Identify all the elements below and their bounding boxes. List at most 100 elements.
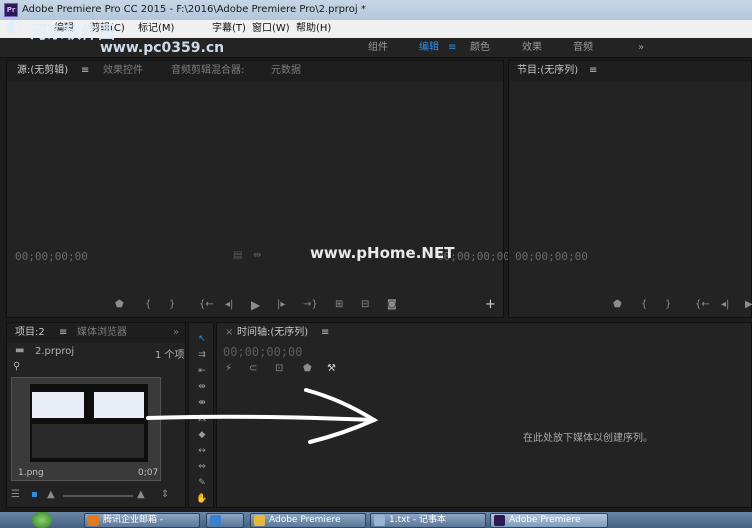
play-icon[interactable]: ▶ <box>251 298 260 312</box>
mark-in-icon[interactable]: { <box>145 299 151 310</box>
wrench-icon[interactable]: ⚒ <box>327 363 336 374</box>
step-forward-icon[interactable]: |▸ <box>277 299 285 310</box>
menu-window[interactable]: 窗口(W) <box>252 20 290 38</box>
project-tab-menu-icon[interactable]: ≡ <box>59 323 67 343</box>
go-to-out-icon[interactable]: →} <box>303 299 318 310</box>
program-mark-out-icon[interactable]: } <box>665 299 671 310</box>
notepad-app-icon <box>374 515 385 526</box>
search-icon[interactable]: ⚲ <box>13 361 20 372</box>
source-monitor-panel: 源:(无剪辑) ≡ 效果控件 音频剪辑混合器: 元数据 00;00;00;00 … <box>6 60 510 318</box>
timeline-drop-hint: 在此处放下媒体以创建序列。 <box>523 433 653 444</box>
source-tab-menu-icon[interactable]: ≡ <box>81 61 89 81</box>
taskbar-item-premiere-folder[interactable]: Adobe Premiere <box>250 513 366 528</box>
program-step-back-icon[interactable]: ◂| <box>721 299 729 310</box>
source-panel-tabs: 源:(无剪辑) ≡ 效果控件 音频剪辑混合器: 元数据 <box>7 61 503 81</box>
watermark-logo-icon: ◐ <box>6 16 22 37</box>
slide-alt-tool-icon[interactable]: ⇔ <box>195 461 209 473</box>
tab-media-browser[interactable]: 媒体浏览器 <box>77 323 127 343</box>
tab-project[interactable]: 项目:2 <box>15 323 45 343</box>
clip-name: 1.png <box>18 468 44 478</box>
insert-icon[interactable]: ⊞ <box>335 299 343 310</box>
program-go-to-in-icon[interactable]: {← <box>695 299 710 310</box>
workspace-tab-effects[interactable]: 效果 <box>522 38 542 58</box>
watermark-site-url: www.pc0359.cn <box>100 40 225 56</box>
workspace-tab-assembly[interactable]: 组件 <box>368 38 388 58</box>
button-editor-plus-icon[interactable]: + <box>485 297 496 312</box>
export-frame-icon[interactable]: ◙ <box>387 299 397 310</box>
selection-tool-icon[interactable]: ↖ <box>195 333 209 345</box>
premiere-app-icon: Pr <box>4 3 18 17</box>
workspace-tab-color[interactable]: 颜色 <box>470 38 490 58</box>
folder-icon: ▬ <box>15 345 25 356</box>
snap-icon[interactable]: ⚡ <box>225 363 232 374</box>
workspace-more-icon[interactable]: » <box>638 38 644 58</box>
tab-timeline[interactable]: 时间轴:(无序列) <box>237 323 308 343</box>
watermark-phome-url: www.pHome.NET <box>310 244 455 262</box>
nest-sequence-icon[interactable]: ⊡ <box>275 363 283 374</box>
project-file-name: 2.prproj <box>35 346 75 357</box>
window-title: Adobe Premiere Pro CC 2015 - F:\2016\Ado… <box>22 4 366 15</box>
mail-app-icon <box>88 515 99 526</box>
go-to-in-icon[interactable]: {← <box>199 299 214 310</box>
tab-program[interactable]: 节目:(无序列) <box>517 61 578 81</box>
menu-help[interactable]: 帮助(H) <box>296 20 331 38</box>
overwrite-icon[interactable]: ⊟ <box>361 299 369 310</box>
taskbar-item-mail-label: 腾讯企业邮箱 - <box>103 515 164 525</box>
pen-tool-icon[interactable]: ✎ <box>195 477 209 489</box>
linked-selection-icon[interactable]: ⊂ <box>249 363 257 374</box>
taskbar-item-notepad[interactable]: 1.txt - 记事本 <box>370 513 486 528</box>
tab-audio-clip-mixer[interactable]: 音频剪辑混合器: <box>171 61 244 81</box>
menu-title[interactable]: 字幕(T) <box>212 20 246 38</box>
project-item-count: 1 个项 <box>155 350 185 361</box>
clip-thumbnail[interactable]: 1.png 0;07 <box>11 377 161 481</box>
project-more-icon[interactable]: » <box>173 323 179 343</box>
taskbar-item-premiere[interactable]: Adobe Premiere <box>490 513 608 528</box>
sort-icon[interactable]: ⇕ <box>161 489 169 500</box>
annotation-arrow <box>146 388 379 444</box>
timeline-tab-menu-icon[interactable]: ≡ <box>321 323 329 343</box>
program-panel-tabs: 节目:(无序列) ≡ <box>509 61 751 81</box>
zoom-slider[interactable] <box>63 495 133 497</box>
project-panel-tabs: 项目:2 ≡ 媒体浏览器 » <box>7 323 185 343</box>
icon-view-icon[interactable]: ▪ <box>31 489 38 500</box>
timeline-close-icon[interactable]: × <box>225 323 233 343</box>
program-timecode-current: 00;00;00;00 <box>515 250 588 263</box>
program-monitor-panel: 节目:(无序列) ≡ 00;00;00;00 ⬟ { } {← ◂| ▶ <box>508 60 752 318</box>
taskbar-item-mail[interactable]: 腾讯企业邮箱 - <box>84 513 200 528</box>
start-orb-icon[interactable] <box>32 512 52 528</box>
ripple-edit-tool-icon[interactable]: ⇤ <box>195 365 209 377</box>
hand-tool-icon[interactable]: ✋ <box>195 493 209 505</box>
folder-app-icon <box>254 515 265 526</box>
premiere-taskbar-icon <box>494 515 505 526</box>
windows-taskbar: 腾讯企业邮箱 - Adobe Premiere 1.txt - 记事本 Adob… <box>0 512 752 528</box>
program-tab-menu-icon[interactable]: ≡ <box>589 61 597 81</box>
slide-tool-icon[interactable]: ↔ <box>195 445 209 457</box>
title-bar: Pr Adobe Premiere Pro CC 2015 - F:\2016\… <box>0 0 752 20</box>
taskbar-item-browser[interactable] <box>206 513 244 528</box>
in-out-icon[interactable]: ⇹ <box>253 250 261 261</box>
timeline-add-marker-icon[interactable]: ⬟ <box>303 363 312 374</box>
timeline-panel-tabs: × 时间轴:(无序列) ≡ <box>217 323 751 343</box>
clip-duration: 0;07 <box>138 468 159 478</box>
add-marker-icon[interactable]: ⬟ <box>115 299 124 310</box>
fit-select-icon[interactable]: ▤ <box>233 250 242 261</box>
program-mark-in-icon[interactable]: { <box>641 299 647 310</box>
tab-effect-controls[interactable]: 效果控件 <box>103 61 143 81</box>
tab-source[interactable]: 源:(无剪辑) <box>17 61 68 81</box>
program-add-marker-icon[interactable]: ⬟ <box>613 299 622 310</box>
mark-out-icon[interactable]: } <box>169 299 175 310</box>
workspace-menu-icon[interactable]: ≡ <box>448 38 456 58</box>
browser-app-icon <box>210 515 221 526</box>
list-view-icon[interactable]: ☰ <box>11 489 20 500</box>
program-play-icon[interactable]: ▶ <box>745 299 752 310</box>
taskbar-item-premiere-folder-label: Adobe Premiere <box>269 515 341 525</box>
workspace-tab-editing[interactable]: 编辑 <box>419 38 439 58</box>
step-back-icon[interactable]: ◂| <box>225 299 233 310</box>
workspace-tab-audio[interactable]: 音频 <box>573 38 593 58</box>
tab-metadata[interactable]: 元数据 <box>271 61 301 81</box>
zoom-out-icon[interactable]: ▲ <box>47 489 55 500</box>
zoom-in-icon[interactable]: ▲ <box>137 489 145 500</box>
menu-marker[interactable]: 标记(M) <box>138 20 174 38</box>
taskbar-item-notepad-label: 1.txt - 记事本 <box>389 515 446 525</box>
track-select-tool-icon[interactable]: ⇉ <box>195 349 209 361</box>
